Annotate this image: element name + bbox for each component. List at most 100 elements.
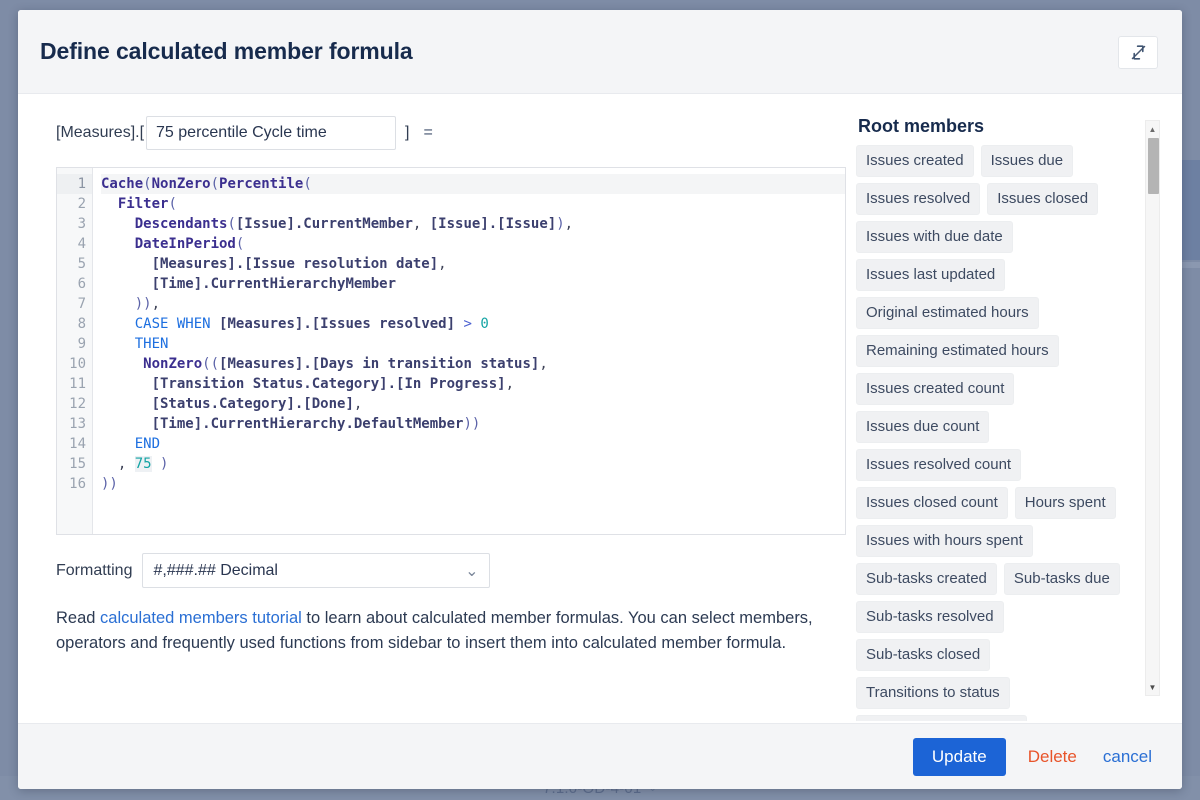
editor-line-number: 7: [77, 296, 86, 312]
code-token: [Measures].[Issues resolved]: [219, 316, 456, 332]
code-token: (: [303, 176, 312, 192]
screen: 7.1.0-OD-4-01 ⌄ Define calculated member…: [0, 0, 1200, 800]
measure-prefix-label: [Measures].[: [56, 124, 145, 141]
editor-code-line: )): [101, 474, 845, 494]
mdx-formula-editor[interactable]: 1 2 3 4 5 6 7 8 9 10 11 12 13 14 15 16 Cache(NonZero(Pe…: [56, 167, 846, 535]
code-token: ,: [412, 216, 430, 232]
root-member-chip[interactable]: Remaining estimated hours: [856, 335, 1059, 367]
measure-name-input[interactable]: [146, 116, 397, 150]
root-member-chip[interactable]: Transitions from status: [856, 715, 1028, 721]
code-token: WHEN: [176, 316, 211, 332]
formatting-select[interactable]: #,###.## Decimal ⌄: [142, 553, 491, 588]
cancel-button[interactable]: cancel: [1099, 741, 1156, 773]
editor-code-line: [Status.Category].[Done],: [101, 394, 845, 414]
root-member-chip[interactable]: Hours spent: [1014, 487, 1116, 519]
editor-code-line: CASE WHEN [Measures].[Issues resolved] >…: [101, 314, 845, 334]
code-token: ((: [202, 356, 220, 372]
root-member-chip[interactable]: Issues due: [980, 145, 1074, 177]
editor-line-number: 14: [69, 436, 86, 452]
formatting-row: Formatting #,###.## Decimal ⌄: [56, 553, 830, 588]
code-token: ,: [564, 216, 574, 232]
code-token: NonZero: [143, 356, 203, 372]
root-member-chip[interactable]: Original estimated hours: [856, 297, 1039, 329]
formatting-label: Formatting: [56, 561, 133, 579]
formatting-selected-value: #,###.## Decimal: [153, 561, 278, 579]
root-member-chip[interactable]: Issues with hours spent: [856, 525, 1033, 557]
code-token: Descendants: [134, 216, 228, 232]
update-button[interactable]: Update: [912, 737, 1006, 776]
code-token: [Measures].[Issue resolution date]: [151, 256, 439, 272]
code-token: DateInPeriod: [134, 236, 236, 252]
code-token: ,: [353, 396, 363, 412]
dialog-footer: Update Delete cancel: [18, 723, 1182, 789]
code-token: )): [463, 416, 481, 432]
code-token: [Transition Status.Category].[In Progres…: [151, 376, 506, 392]
scroll-down-arrow-icon[interactable]: ▼: [1146, 680, 1159, 694]
root-member-chip[interactable]: Issues due count: [856, 411, 990, 443]
code-token: ,: [505, 376, 515, 392]
root-members-panel: Root members Issues created Issues due Iss…: [846, 116, 1160, 723]
editor-line-number: 4: [77, 236, 86, 252]
editor-line-number: 9: [77, 336, 86, 352]
code-token: )): [101, 476, 118, 492]
editor-line-number: 8: [77, 316, 86, 332]
root-members-scrollbar[interactable]: ▲ ▼: [1145, 120, 1160, 696]
root-member-chip[interactable]: Issues with due date: [856, 221, 1013, 253]
editor-line-number-gutter: 1 2 3 4 5 6 7 8 9 10 11 12 13 14 15 16: [57, 168, 93, 534]
calculated-members-tutorial-link[interactable]: calculated members tutorial: [100, 609, 302, 627]
root-member-chip[interactable]: Issues resolved count: [856, 449, 1022, 481]
editor-code-line: THEN: [101, 334, 845, 354]
collapse-diagonal-icon-button[interactable]: [1118, 36, 1158, 69]
editor-line-number: 12: [69, 396, 86, 412]
root-member-chip[interactable]: Issues last updated: [856, 259, 1006, 291]
delete-button[interactable]: Delete: [1024, 741, 1081, 773]
code-token: (: [235, 236, 245, 252]
chevron-down-icon: ⌄: [465, 562, 479, 580]
measure-suffix-label: ]: [405, 124, 410, 141]
editor-code-line: Cache(NonZero(Percentile(: [101, 174, 845, 194]
root-member-chip[interactable]: Transitions to status: [856, 677, 1010, 709]
code-token: ): [160, 456, 169, 472]
code-token: )): [134, 296, 152, 312]
help-text: Read calculated members tutorial to lear…: [56, 606, 816, 656]
code-token: (: [143, 176, 152, 192]
editor-line-number: 15: [69, 456, 86, 472]
scrollbar-thumb[interactable]: [1148, 138, 1159, 194]
editor-code-line: Descendants([Issue].CurrentMember, [Issu…: [101, 214, 845, 234]
root-member-chip[interactable]: Sub-tasks due: [1003, 563, 1120, 595]
root-members-chip-list: Issues created Issues due Issues resolved I…: [856, 145, 1138, 721]
editor-code-line: Filter(: [101, 194, 845, 214]
root-member-chip[interactable]: Sub-tasks created: [856, 563, 997, 595]
root-member-chip[interactable]: Issues resolved: [856, 183, 981, 215]
dialog-body: [Measures].[ ] = 12345678910111213141516…: [18, 94, 1182, 723]
editor-code-line: [Time].CurrentHierarchyMember: [101, 274, 845, 294]
root-member-chip[interactable]: Issues closed count: [856, 487, 1008, 519]
scroll-up-arrow-icon[interactable]: ▲: [1146, 122, 1159, 136]
root-member-chip[interactable]: Issues created: [856, 145, 974, 177]
root-member-chip[interactable]: Sub-tasks closed: [856, 639, 991, 671]
equals-label: =: [423, 124, 433, 141]
dialog-header: Define calculated member formula: [18, 10, 1182, 94]
editor-code-line: [Transition Status.Category].[In Progres…: [101, 374, 845, 394]
root-member-chip[interactable]: Issues closed: [987, 183, 1099, 215]
root-member-chip[interactable]: Issues created count: [856, 373, 1015, 405]
root-member-chip[interactable]: Sub-tasks resolved: [856, 601, 1004, 633]
calculated-member-dialog: Define calculated member formula [Measur…: [18, 10, 1182, 789]
code-token: Cache: [101, 176, 144, 192]
code-token: >: [463, 316, 472, 332]
editor-line-number: 11: [69, 376, 86, 392]
code-token: (: [210, 176, 220, 192]
code-token: ,: [539, 356, 548, 372]
formula-column: [Measures].[ ] = 12345678910111213141516…: [40, 116, 846, 723]
code-token: 0: [480, 316, 489, 332]
editor-code-area[interactable]: Cache(NonZero(Percentile( Filter( Descen…: [93, 168, 845, 534]
